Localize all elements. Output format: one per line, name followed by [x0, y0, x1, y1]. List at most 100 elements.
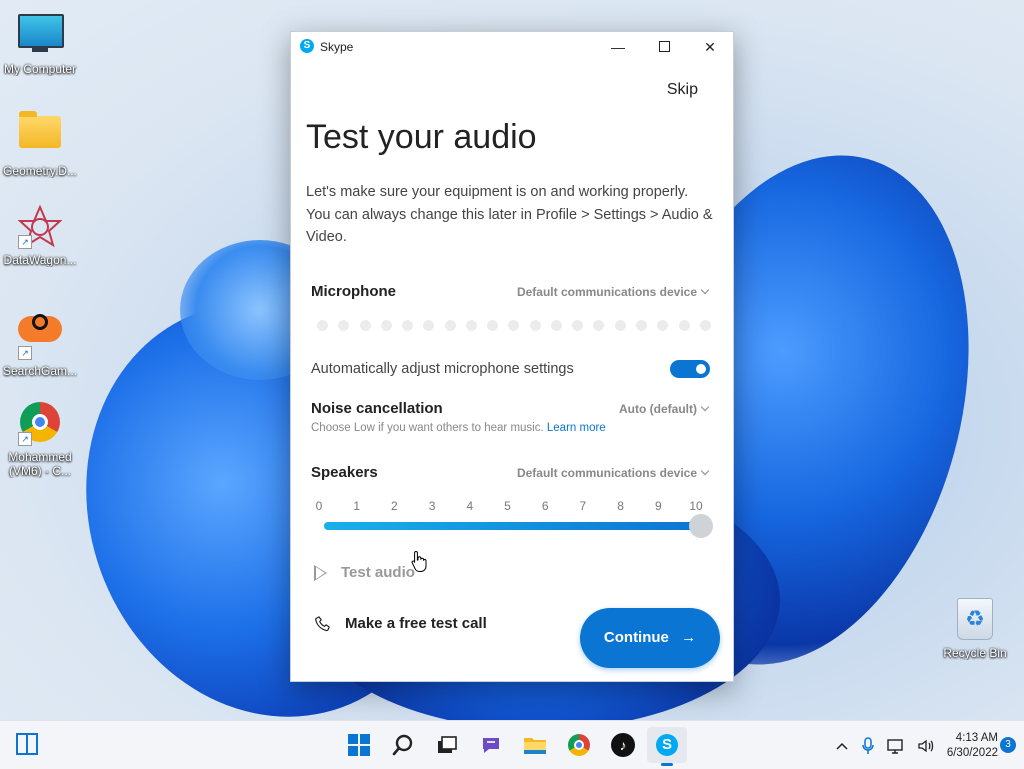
play-icon — [314, 565, 327, 582]
notification-badge[interactable]: 3 — [1000, 737, 1016, 753]
folder-icon — [18, 111, 62, 160]
test-audio-label: Test audio — [341, 564, 415, 581]
volume-tick-label: 6 — [541, 499, 549, 513]
monitor-icon — [18, 14, 64, 58]
page-title: Test your audio — [306, 118, 537, 156]
desktop-icon-geometry[interactable]: Geometry.D... — [0, 108, 80, 178]
mic-level-dot — [487, 320, 499, 331]
mic-level-dot — [572, 320, 584, 331]
auto-adjust-toggle[interactable] — [670, 360, 710, 378]
tiktok-icon: ♪ — [611, 733, 635, 757]
chevron-down-icon — [700, 466, 710, 476]
mic-level-dot — [657, 320, 669, 331]
test-audio-button[interactable]: Test audio — [314, 564, 415, 582]
chrome-icon: ↗ — [18, 402, 62, 446]
desktop-icon-recycle-bin[interactable]: ♻ Recycle Bin — [935, 596, 1015, 660]
mic-level-dot — [678, 320, 690, 331]
skype-window: S Skype — ✕ Skip Test your audio Let's m… — [290, 31, 734, 682]
noise-cancellation-dropdown[interactable]: Auto (default) — [619, 402, 710, 416]
continue-button[interactable]: Continue → — [580, 608, 720, 668]
shortcut-arrow-icon: ↗ — [18, 432, 32, 446]
task-view-button[interactable] — [427, 727, 467, 763]
volume-tick-label: 9 — [654, 499, 662, 513]
noise-help-text: Choose Low if you want others to hear mu… — [311, 422, 606, 434]
mic-level-dot — [614, 320, 626, 331]
microphone-label: Microphone — [311, 283, 396, 300]
test-call-button[interactable]: Make a free test call — [314, 615, 487, 633]
window-titlebar[interactable]: S Skype — ✕ — [291, 32, 733, 62]
volume-icon[interactable] — [917, 738, 935, 754]
volume-tick-label: 8 — [617, 499, 624, 513]
taskbar-clock[interactable]: 4:13 AM 6/30/2022 — [947, 731, 998, 761]
datawagon-app-icon: ↗ — [17, 204, 63, 249]
desktop-icon-label: My Computer — [3, 62, 77, 76]
mic-level-dot — [593, 320, 605, 331]
hand-cursor-icon — [411, 550, 427, 572]
skype-logo-icon: S — [656, 734, 678, 756]
chrome-button[interactable] — [559, 727, 599, 763]
chat-button[interactable] — [471, 727, 511, 763]
auto-adjust-label: Automatically adjust microphone settings — [311, 361, 574, 377]
gamepad-icon: ↗ — [18, 314, 62, 360]
desktop-icon-chrome-profile[interactable]: ↗ Mohammed (VM6) - C... — [0, 400, 80, 478]
chrome-icon — [568, 734, 590, 756]
desktop-icon-label: Geometry.D... — [3, 164, 77, 178]
network-icon[interactable] — [887, 738, 905, 754]
mic-level-dot — [380, 320, 392, 331]
skype-logo-icon: S — [300, 39, 314, 53]
volume-tick-label: 2 — [391, 499, 398, 513]
tiktok-button[interactable]: ♪ — [603, 727, 643, 763]
window-title: Skype — [320, 40, 354, 54]
mic-level-dot — [529, 320, 541, 331]
mic-level-dot — [317, 320, 328, 331]
test-call-label: Make a free test call — [345, 615, 487, 632]
search-icon — [392, 734, 413, 756]
volume-tick-label: 5 — [504, 499, 511, 513]
mic-level-dot — [550, 320, 562, 331]
recycle-bin-icon: ♻ — [953, 598, 997, 642]
microphone-level-meter — [317, 320, 711, 331]
desktop-icon-label: Mohammed (VM6) - C... — [8, 450, 72, 478]
chevron-down-icon — [700, 402, 710, 412]
volume-tick-label: 3 — [428, 499, 436, 513]
mic-level-dot — [359, 320, 371, 331]
close-button[interactable]: ✕ — [687, 32, 733, 62]
mic-level-dot — [402, 320, 414, 331]
task-view-icon — [438, 736, 457, 753]
skype-taskbar-button[interactable]: S — [647, 727, 687, 766]
shortcut-arrow-icon: ↗ — [18, 235, 32, 249]
noise-cancellation-value: Auto (default) — [619, 402, 697, 416]
widgets-icon[interactable] — [16, 733, 38, 755]
volume-tick-label: 10 — [689, 499, 703, 513]
microphone-icon[interactable] — [861, 737, 875, 755]
microphone-device-value: Default communications device — [516, 285, 697, 299]
chevron-up-icon[interactable] — [835, 741, 849, 751]
clock-time: 4:13 AM — [955, 732, 998, 744]
chat-icon — [483, 738, 499, 753]
noise-help-description: Choose Low if you want others to hear mu… — [311, 422, 544, 434]
microphone-device-dropdown[interactable]: Default communications device — [516, 285, 710, 299]
search-button[interactable] — [383, 727, 423, 763]
skip-button[interactable]: Skip — [667, 81, 698, 99]
slider-thumb[interactable] — [689, 514, 713, 538]
start-button[interactable] — [339, 727, 379, 763]
desktop-icon-datawagon[interactable]: ↗ DataWagon... — [0, 204, 80, 267]
mic-level-dot — [635, 320, 647, 331]
speaker-volume-slider[interactable] — [324, 514, 713, 538]
speakers-label: Speakers — [311, 464, 378, 481]
desktop-icon-my-computer[interactable]: My Computer — [0, 10, 80, 76]
desktop-icon-label: Recycle Bin — [943, 646, 1007, 660]
mic-level-dot — [508, 320, 520, 331]
continue-label: Continue — [603, 629, 669, 646]
maximize-button[interactable] — [641, 32, 687, 62]
chevron-down-icon — [700, 285, 710, 295]
speakers-device-dropdown[interactable]: Default communications device — [517, 466, 710, 480]
mic-level-dot — [465, 320, 477, 331]
learn-more-link[interactable]: Learn more — [547, 422, 606, 434]
minimize-button[interactable]: — — [595, 32, 641, 62]
volume-tick-label: 7 — [579, 499, 587, 513]
file-explorer-button[interactable] — [515, 727, 555, 763]
desktop-icon-searchgame[interactable]: ↗ SearchGam... — [0, 302, 80, 378]
mic-level-dot — [423, 320, 435, 331]
shortcut-arrow-icon: ↗ — [18, 346, 32, 360]
